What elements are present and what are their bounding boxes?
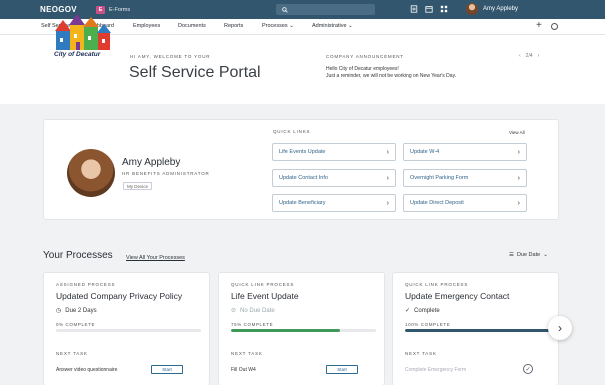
quick-link-w4[interactable]: Update W-4 › <box>403 143 527 161</box>
pager-count: 2/4 <box>525 53 533 59</box>
announcement-text: Hello City of Decatur employees! Just a … <box>326 66 526 80</box>
progress-fill <box>405 329 550 332</box>
view-all-processes-link[interactable]: View All Your Processes <box>126 255 185 261</box>
chevron-right-icon: › <box>517 174 520 182</box>
chevron-down-icon: ⌄ <box>348 23 353 29</box>
quick-link-beneficiary[interactable]: Update Beneficiary › <box>272 194 396 212</box>
process-status-text: Complete <box>414 307 440 314</box>
nav-processes[interactable]: Processes ⌄ <box>262 23 294 29</box>
sort-dropdown[interactable]: ☰ Due Date ⌄ <box>509 252 548 258</box>
announcement-line: Just a reminder, we will not be working … <box>326 73 457 79</box>
progress-label: 100% COMPLETE <box>405 322 451 327</box>
process-type: QUICK LINK PROCESS <box>405 282 469 287</box>
quick-link-label: Update Direct Deposit <box>410 200 464 206</box>
process-card[interactable]: ASSIGNED PROCESS Updated Company Privacy… <box>43 272 210 385</box>
page-title: Self Service Portal <box>129 64 261 81</box>
user-menu[interactable]: Amy Appleby <box>466 3 518 15</box>
process-status: ◷ Due 2 Days <box>56 307 97 315</box>
notifications-icon[interactable] <box>410 5 418 13</box>
user-avatar <box>466 3 478 15</box>
quick-link-label: Update W-4 <box>410 149 440 155</box>
process-card[interactable]: QUICK LINK PROCESS Life Event Update ⊘ No… <box>218 272 385 385</box>
process-type: QUICK LINK PROCESS <box>231 282 295 287</box>
quick-link-parking[interactable]: Overnight Parking Form › <box>403 169 527 187</box>
sort-icon: ☰ <box>509 252 514 258</box>
progress-bar <box>405 329 550 332</box>
quick-link-contact-info[interactable]: Update Contact Info › <box>272 169 396 187</box>
process-status-text: Due 2 Days <box>65 307 97 314</box>
chevron-right-icon: › <box>386 148 389 156</box>
check-circle-icon: ✓ <box>405 308 411 314</box>
quick-links-view-all[interactable]: View All <box>509 130 525 135</box>
chevron-right-icon: › <box>517 199 520 207</box>
process-type: ASSIGNED PROCESS <box>56 282 116 287</box>
progress-label: 0% COMPLETE <box>56 322 96 327</box>
start-button[interactable]: Start <box>151 365 183 374</box>
profile-role: HR BENEFITS ADMINISTRATOR <box>122 171 210 176</box>
calendar-icon[interactable] <box>425 5 433 13</box>
nav-employees[interactable]: Employees <box>133 23 160 29</box>
process-status: ✓ Complete <box>405 307 440 315</box>
process-title: Life Event Update <box>231 291 299 301</box>
start-button[interactable]: Start <box>326 365 358 374</box>
nav-documents[interactable]: Documents <box>178 23 206 29</box>
chevron-down-icon: ⌄ <box>289 23 294 29</box>
chevron-right-icon: › <box>558 321 562 335</box>
chevron-right-icon: › <box>386 174 389 182</box>
progress-fill <box>231 329 340 332</box>
chevron-right-icon: › <box>517 148 520 156</box>
add-icon[interactable]: + <box>536 20 542 31</box>
next-task-label: NEXT TASK <box>231 351 263 356</box>
clock-icon: ◷ <box>56 308 62 314</box>
announcement-line: Hello City of Decatur employees! <box>326 66 399 72</box>
next-processes-button[interactable]: › <box>548 316 572 340</box>
quick-link-label: Update Beneficiary <box>279 200 326 206</box>
next-task: Fill Out W4 <box>231 367 256 373</box>
city-logo-text: City of Decatur <box>54 51 101 58</box>
nav-reports[interactable]: Reports <box>224 23 243 29</box>
quick-links-title: QUICK LINKS <box>273 129 311 134</box>
nav-administrative-label: Administrative <box>312 23 347 29</box>
history-icon[interactable] <box>551 23 558 30</box>
city-logo: City of Decatur <box>52 12 116 62</box>
process-status-text: No Due Date <box>240 307 275 314</box>
announcement-pager: ‹ 2/4 › <box>519 53 539 59</box>
quick-link-label: Update Contact Info <box>279 175 328 181</box>
check-icon: ✓ <box>523 364 533 374</box>
progress-label: 75% COMPLETE <box>231 322 274 327</box>
no-date-icon: ⊘ <box>231 308 237 314</box>
profile-tag[interactable]: My Device <box>123 182 153 190</box>
process-card[interactable]: QUICK LINK PROCESS Update Emergency Cont… <box>392 272 559 385</box>
quick-link-label: Life Events Update <box>279 149 326 155</box>
profile-name: Amy Appleby <box>122 157 181 168</box>
process-title: Update Emergency Contact <box>405 291 510 301</box>
next-task-label: NEXT TASK <box>56 351 88 356</box>
quick-link-direct-deposit[interactable]: Update Direct Deposit › <box>403 194 527 212</box>
announcement-label: COMPANY ANNOUNCEMENT <box>326 54 404 59</box>
next-task: Complete Emergency Form <box>405 367 467 373</box>
nav-administrative[interactable]: Administrative ⌄ <box>312 23 353 29</box>
progress-bar <box>56 329 201 332</box>
search-input[interactable] <box>276 4 375 15</box>
processes-title: Your Processes <box>43 250 113 261</box>
chevron-down-icon: ⌄ <box>543 252 548 258</box>
chevron-right-icon[interactable]: › <box>538 53 540 59</box>
user-name: Amy Appleby <box>483 6 519 12</box>
chevron-right-icon: › <box>386 199 389 207</box>
quick-link-life-events[interactable]: Life Events Update › <box>272 143 396 161</box>
welcome-text: HI AMY, WELCOME TO YOUR <box>130 54 211 59</box>
search-icon <box>282 6 288 13</box>
profile-avatar <box>67 149 115 197</box>
chevron-left-icon[interactable]: ‹ <box>519 53 521 59</box>
process-status: ⊘ No Due Date <box>231 307 275 315</box>
sort-label: Due Date <box>516 252 541 258</box>
process-title: Updated Company Privacy Policy <box>56 291 183 301</box>
next-task: Answer video questionnaire <box>56 367 118 373</box>
apps-grid-icon[interactable] <box>440 5 448 13</box>
progress-bar <box>231 329 376 332</box>
quick-link-label: Overnight Parking Form <box>410 175 469 181</box>
nav-processes-label: Processes <box>262 23 288 29</box>
next-task-label: NEXT TASK <box>405 351 437 356</box>
